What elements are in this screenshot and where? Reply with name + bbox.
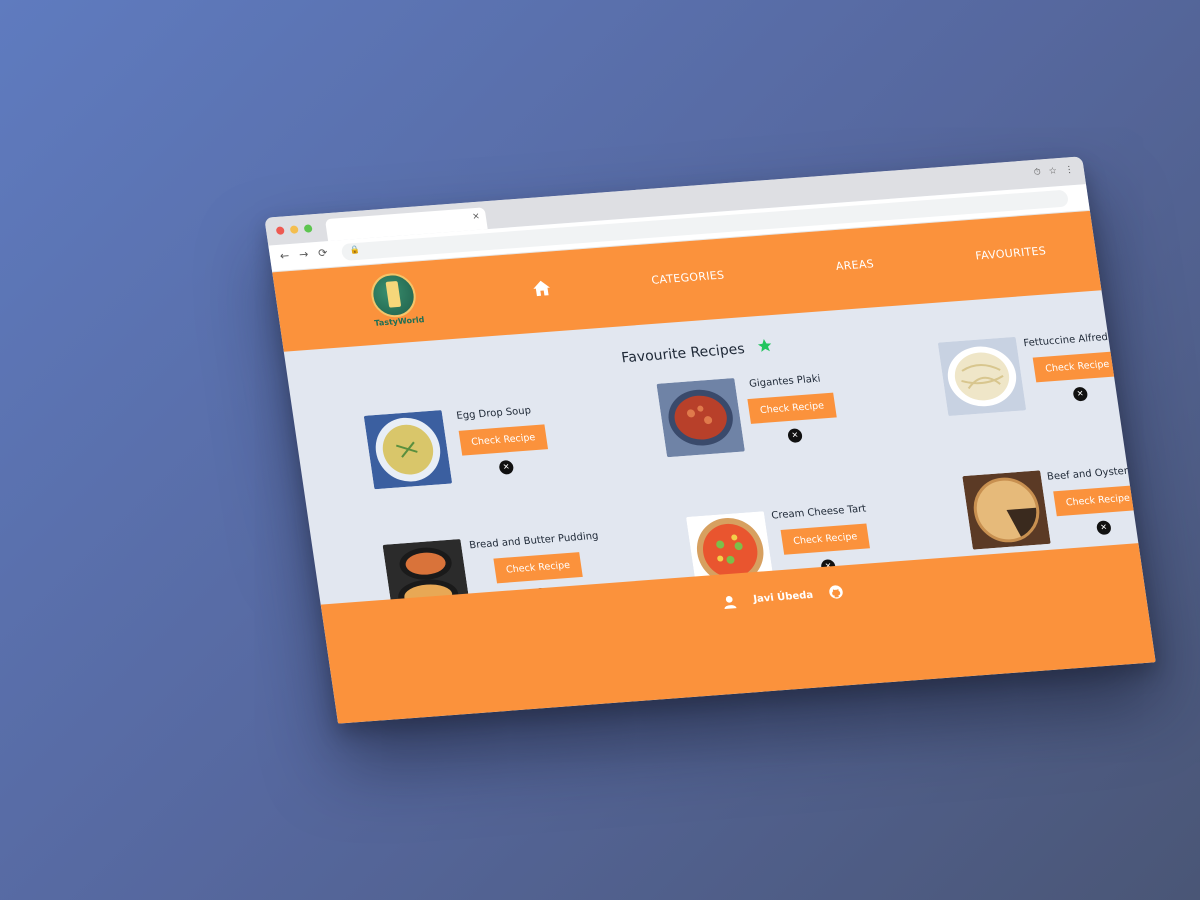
recipe-name: Beef and Oyster pie [1046, 464, 1148, 483]
browser-window: × ⏱ ☆ ⋮ ← → ⟳ 🔒 TastyWorld CATEGORIES AR… [264, 156, 1156, 724]
browser-extension-icons: ⏱ ☆ ⋮ [1033, 165, 1074, 178]
nav-categories[interactable]: CATEGORIES [650, 269, 725, 287]
check-recipe-button[interactable]: Check Recipe [1032, 351, 1123, 383]
tab-close-icon[interactable]: × [472, 212, 481, 222]
recipe-name: Cream Cheese Tart [770, 503, 867, 522]
back-arrow-icon[interactable]: ← [279, 249, 290, 263]
remove-favourite-icon[interactable]: ✕ [1095, 520, 1112, 536]
check-recipe-button[interactable]: Check Recipe [747, 392, 837, 424]
home-icon[interactable] [530, 278, 553, 299]
author-name: Javi Úbeda [752, 589, 814, 606]
nav-areas[interactable]: AREAS [835, 257, 875, 273]
check-recipe-button[interactable]: Check Recipe [1053, 484, 1143, 517]
check-recipe-button[interactable]: Check Recipe [493, 552, 583, 584]
check-recipe-button[interactable]: Check Recipe [458, 424, 549, 456]
window-controls [275, 224, 313, 235]
minimize-window-button[interactable] [289, 225, 299, 234]
reload-icon[interactable]: ⟳ [317, 246, 328, 260]
menu-icon[interactable]: ⋮ [1064, 165, 1074, 176]
site-logo[interactable] [368, 271, 419, 319]
lock-icon: 🔒 [348, 244, 361, 255]
page-title-text: Favourite Recipes [620, 341, 746, 367]
maximize-window-button[interactable] [303, 224, 313, 233]
recipe-image-gigantes-plaki[interactable] [656, 378, 745, 458]
recipe-image-beef-and-oyster-pie[interactable] [962, 470, 1051, 550]
user-icon [724, 596, 737, 610]
browser-scene: × ⏱ ☆ ⋮ ← → ⟳ 🔒 TastyWorld CATEGORIES AR… [264, 156, 1156, 724]
bookmark-star-icon[interactable]: ☆ [1048, 166, 1058, 177]
recipe-image-egg-drop-soup[interactable] [363, 410, 453, 490]
star-icon [757, 339, 772, 352]
nav-favourites[interactable]: FAVOURITES [975, 244, 1047, 262]
recipe-name: Gigantes Plaki [748, 373, 822, 390]
recipe-image-fettuccine-alfredo[interactable] [937, 336, 1027, 417]
recipe-name: Bread and Butter Pudding [468, 530, 600, 552]
close-window-button[interactable] [275, 226, 285, 235]
remove-favourite-icon[interactable]: ✕ [1072, 386, 1089, 402]
logo-text: TastyWorld [373, 315, 426, 328]
timer-icon[interactable]: ⏱ [1033, 167, 1041, 177]
remove-favourite-icon[interactable]: ✕ [498, 459, 515, 475]
recipe-name: Egg Drop Soup [455, 405, 532, 422]
remove-favourite-icon[interactable]: ✕ [787, 428, 804, 444]
github-icon[interactable] [827, 583, 845, 600]
forward-arrow-icon[interactable]: → [298, 248, 309, 262]
check-recipe-button[interactable]: Check Recipe [780, 523, 870, 555]
